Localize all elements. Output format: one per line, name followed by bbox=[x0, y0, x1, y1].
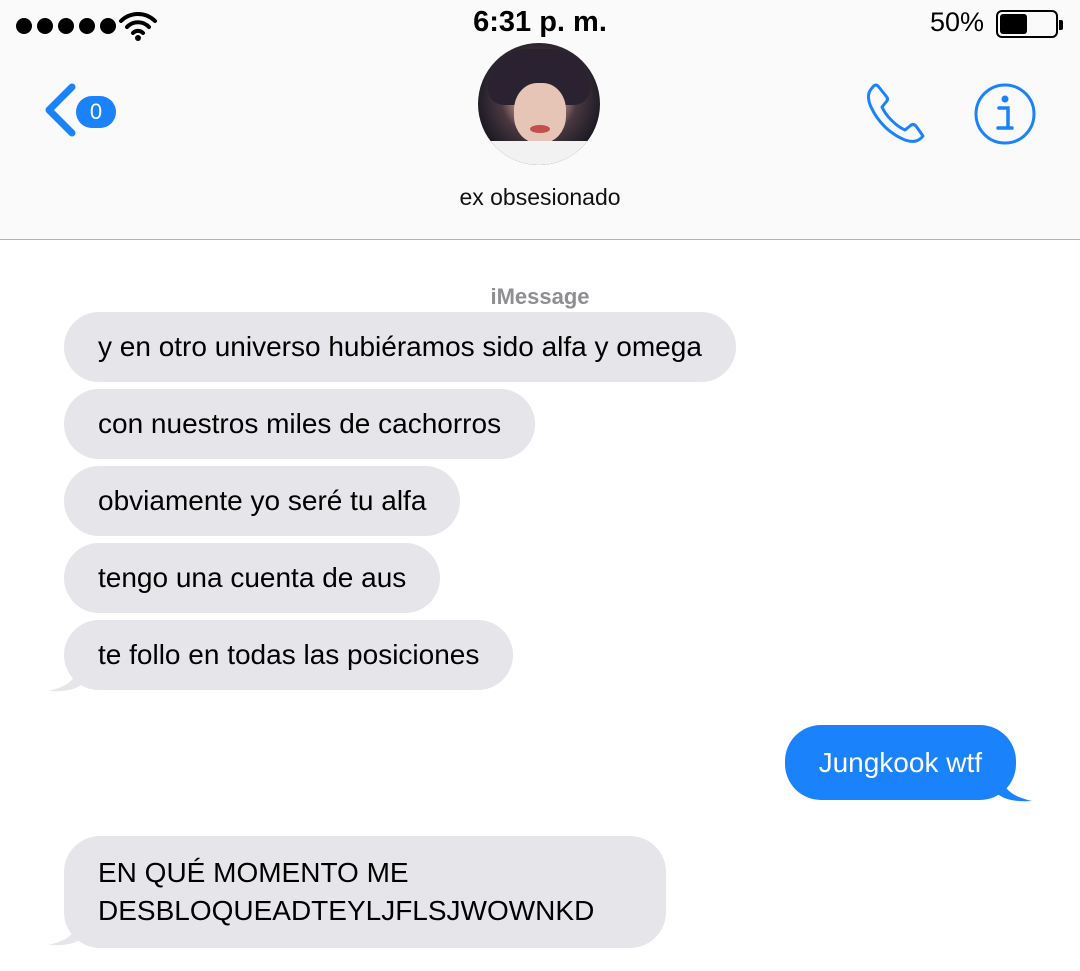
back-button[interactable]: 0 bbox=[36, 80, 126, 140]
contact-name[interactable]: ex obsesionado bbox=[0, 184, 1080, 211]
incoming-message-bubble[interactable]: EN QUÉ MOMENTO ME DESBLOQUEADTEYLJFLSJWO… bbox=[64, 836, 666, 948]
messages-screen: 6:31 p. m. 50% 0 ex obsesionado iMessage… bbox=[0, 0, 1080, 971]
contact-avatar[interactable] bbox=[478, 43, 600, 165]
battery-icon bbox=[996, 10, 1063, 38]
incoming-message-bubble[interactable]: obviamente yo seré tu alfa bbox=[64, 466, 461, 536]
chevron-left-icon bbox=[45, 83, 76, 137]
message-thread: iMessage y en otro universo hubiéramos s… bbox=[0, 240, 1080, 971]
battery-percent: 50% bbox=[929, 7, 984, 37]
incoming-message-bubble[interactable]: tengo una cuenta de aus bbox=[64, 543, 441, 613]
phone-icon bbox=[867, 83, 925, 143]
unread-count-badge: 0 bbox=[76, 96, 116, 128]
conversation-header: 0 ex obsesionado bbox=[0, 43, 1080, 240]
info-icon bbox=[974, 83, 1036, 145]
incoming-message-bubble[interactable]: te follo en todas las posiciones bbox=[64, 620, 514, 690]
outgoing-message-bubble[interactable]: Jungkook wtf bbox=[784, 725, 1016, 800]
call-button[interactable] bbox=[862, 80, 932, 146]
incoming-message-bubble[interactable]: y en otro universo hubiéramos sido alfa … bbox=[64, 312, 736, 382]
service-label: iMessage bbox=[490, 284, 590, 309]
incoming-message-bubble[interactable]: con nuestros miles de cachorros bbox=[64, 389, 536, 459]
info-button[interactable] bbox=[973, 82, 1037, 146]
battery-level-fill bbox=[1000, 14, 1027, 34]
status-bar: 6:31 p. m. 50% bbox=[0, 0, 1080, 46]
status-time: 6:31 p. m. bbox=[473, 6, 607, 38]
